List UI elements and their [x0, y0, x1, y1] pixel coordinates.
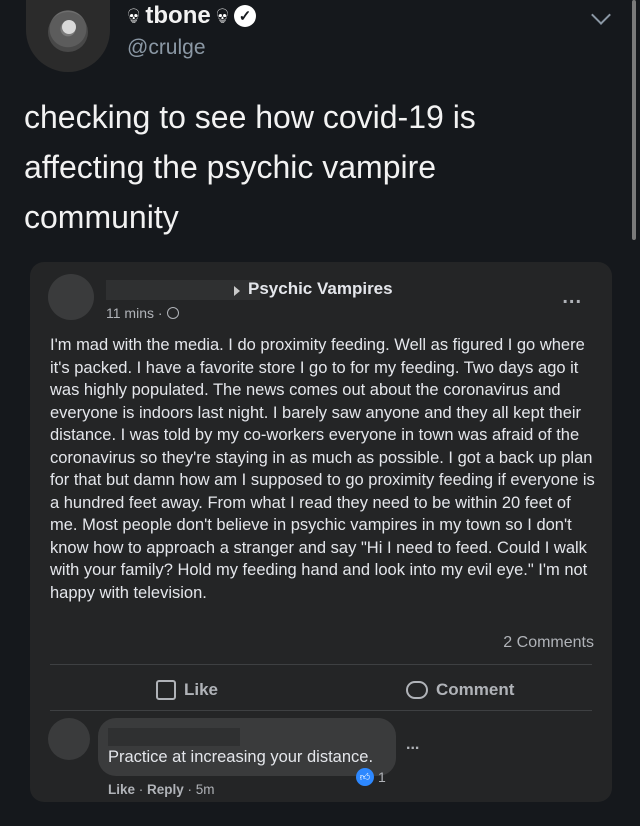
scrollbar[interactable] — [632, 0, 636, 240]
comment-label: Comment — [436, 680, 515, 699]
user-handle[interactable]: @crulge — [127, 36, 206, 60]
skull-icon: 💀︎ — [128, 3, 140, 28]
group-name: Psychic Vampires — [248, 279, 393, 298]
reaction-count: 1 — [378, 769, 386, 785]
arrow-right-icon — [234, 286, 240, 296]
comment-text: Practice at increasing your distance. — [108, 748, 374, 766]
tweet-text: checking to see how covid-19 is affectin… — [24, 99, 476, 235]
comment-reaction: 👍︎ 1 — [356, 768, 386, 786]
thumbs-up-icon — [156, 680, 176, 700]
more-options-icon: ... — [562, 286, 582, 308]
divider — [50, 664, 592, 665]
comment-more-icon: ... — [406, 736, 420, 753]
comment-bubble-icon — [406, 681, 428, 699]
thumbs-up-icon: 👍︎ — [356, 768, 374, 786]
comment-meta: Like · Reply · 5m — [108, 782, 215, 797]
chevron-down-icon[interactable] — [591, 5, 611, 25]
divider — [50, 710, 592, 711]
avatar-skull — [62, 20, 76, 34]
poster-avatar — [48, 274, 94, 320]
profile-avatar[interactable] — [26, 0, 110, 72]
redacted-commenter-name — [108, 728, 240, 746]
comment-bubble: Practice at increasing your distance. — [98, 718, 396, 776]
like-label: Like — [184, 680, 219, 699]
verified-badge-icon: ✓ — [234, 5, 257, 27]
commenter-avatar — [48, 718, 90, 760]
globe-icon — [166, 307, 179, 319]
post-body: I'm mad with the media. I do proximity f… — [50, 336, 595, 602]
author-name-row[interactable]: 💀︎ tbone 💀︎ ✓ — [128, 2, 257, 30]
like-action: Like — [156, 676, 218, 704]
post-time: 11 mins · — [106, 305, 163, 321]
comment-reply: Reply — [147, 782, 184, 797]
post-timestamp: 11 mins · — [106, 305, 179, 321]
comments-count: 2 Comments — [503, 634, 594, 651]
comment-like: Like — [108, 782, 136, 797]
display-name[interactable]: tbone — [145, 2, 210, 30]
embedded-facebook-post: Psychic Vampires 11 mins · ... I'm mad w… — [30, 262, 612, 802]
comment-time: 5m — [195, 782, 215, 797]
comment-action: Comment — [406, 676, 514, 704]
skull-icon: 💀︎ — [216, 3, 229, 28]
